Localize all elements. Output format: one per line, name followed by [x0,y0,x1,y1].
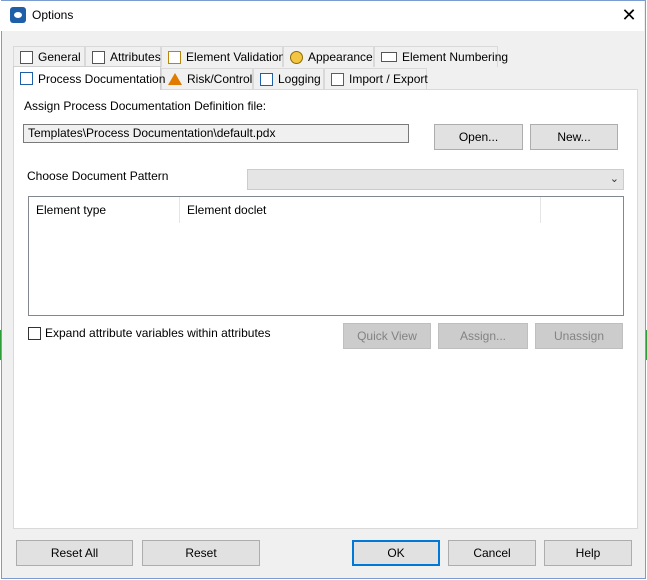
appearance-icon [290,50,303,64]
window-title: Options [32,8,74,22]
definition-file-field[interactable]: Templates\Process Documentation\default.… [23,124,409,143]
tab-label: Attributes [110,50,161,64]
tab-process-documentation[interactable]: Process Documentation [13,66,165,90]
doclet-list[interactable]: Element type Element doclet [28,196,624,316]
logging-icon [260,72,273,86]
tab-risk-control[interactable]: Risk/Control [161,68,253,89]
tab-label: General [38,50,81,64]
reset-button[interactable]: Reset [142,540,260,566]
tab-element-numbering[interactable]: Element Numbering [374,46,508,67]
process-documentation-icon [20,72,33,85]
help-button[interactable]: Help [544,540,632,566]
tab-label: Risk/Control [187,72,253,86]
tab-element-validation[interactable]: Element Validation [161,46,286,67]
close-button[interactable]: ✕ [616,3,642,27]
tab-appearance[interactable]: Appearance [283,46,374,67]
tab-label: Logging [278,72,321,86]
expand-variables-checkbox[interactable] [28,327,41,340]
tab-label: Element Validation [186,50,286,64]
attributes-icon [92,50,105,64]
ok-button[interactable]: OK [352,540,440,566]
element-numbering-icon [381,52,397,62]
tab-label: Process Documentation [38,71,166,86]
assign-button[interactable]: Assign... [438,323,528,349]
column-header-element-doclet[interactable]: Element doclet [180,197,541,223]
tab-label: Element Numbering [402,50,509,64]
general-icon [20,50,33,64]
tab-label: Import / Export [349,72,428,86]
import-export-icon [331,72,344,86]
element-validation-icon [168,50,181,64]
tab-label: Appearance [308,50,373,64]
chevron-down-icon: ⌄ [609,173,619,185]
cancel-button[interactable]: Cancel [448,540,536,566]
tab-attributes[interactable]: Attributes [85,46,161,67]
tab-logging[interactable]: Logging [253,68,324,89]
assign-definition-label: Assign Process Documentation Definition … [24,99,267,113]
expand-variables-label: Expand attribute variables within attrib… [45,326,271,340]
app-logo-icon [10,7,26,23]
tab-import-export[interactable]: Import / Export [324,68,428,89]
unassign-button[interactable]: Unassign [535,323,623,349]
column-header-element-type[interactable]: Element type [29,197,180,223]
new-button[interactable]: New... [530,124,618,150]
reset-all-button[interactable]: Reset All [16,540,133,566]
risk-control-icon [168,73,182,85]
document-pattern-select[interactable]: ⌄ [247,169,624,190]
column-header-blank[interactable] [541,197,623,223]
quick-view-button[interactable]: Quick View [343,323,431,349]
tab-general[interactable]: General [13,46,85,67]
document-pattern-label: Choose Document Pattern [27,169,169,183]
title-bar [1,1,644,31]
open-button[interactable]: Open... [434,124,523,150]
